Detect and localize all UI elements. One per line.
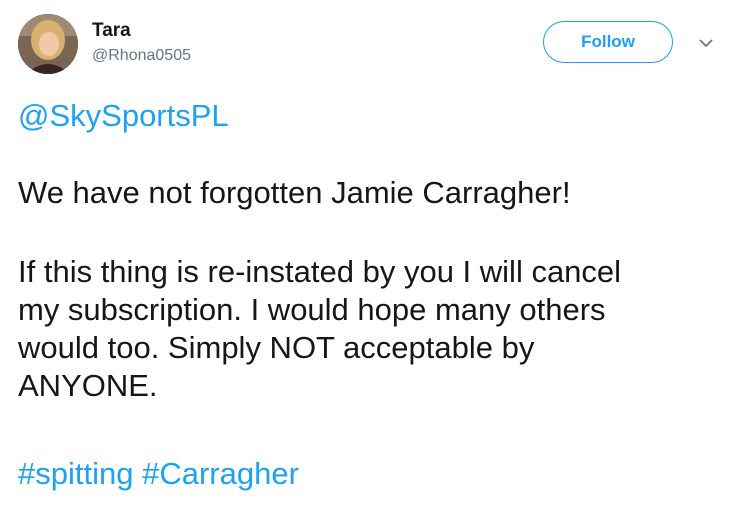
user-names: Tara @Rhona0505: [92, 20, 191, 66]
tweet-text-line: would too. Simply NOT acceptable by: [18, 330, 535, 365]
tweet-paragraph: If this thing is re-instated by you I wi…: [18, 253, 718, 405]
follow-button[interactable]: Follow: [543, 21, 673, 63]
hashtag-carragher-link[interactable]: #Carragher: [142, 456, 299, 491]
tweet-text-line: We have not forgotten Jamie Carragher!: [18, 175, 571, 210]
tweet-header: Tara @Rhona0505 Follow: [18, 14, 728, 76]
tweet-text-line: ANYONE.: [18, 368, 158, 403]
hashtag-spitting-link[interactable]: #spitting: [18, 456, 133, 491]
chevron-down-icon[interactable]: [698, 36, 714, 50]
user-handle[interactable]: @Rhona0505: [92, 46, 191, 66]
tweet-card: Tara @Rhona0505 Follow @SkySportsPL We h…: [0, 0, 745, 519]
tweet-text-line: If this thing is re-instated by you I wi…: [18, 254, 622, 289]
display-name[interactable]: Tara: [92, 20, 191, 42]
hashtag-line: #spitting #Carragher: [18, 455, 718, 493]
mention-link[interactable]: @SkySportsPL: [18, 98, 229, 133]
tweet-text-line: my subscription. I would hope many other…: [18, 292, 606, 327]
tweet-mention-line: @SkySportsPL: [18, 97, 718, 135]
avatar[interactable]: [18, 14, 78, 74]
